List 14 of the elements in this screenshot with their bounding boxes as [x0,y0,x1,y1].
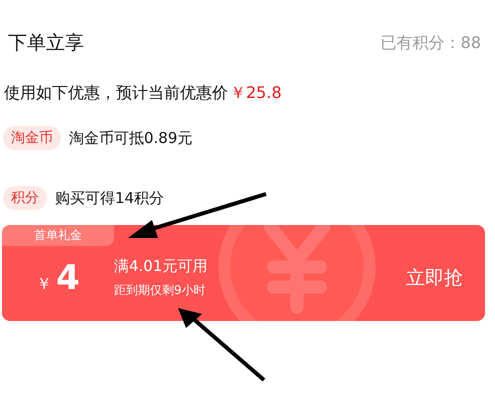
claim-button[interactable]: 立即抢 [406,265,463,291]
discounted-price: ￥25.8 [230,83,282,102]
coupon-label: 首单礼金 [2,225,114,246]
benefit-tag: 积分 [3,186,47,210]
benefit-text: 购买可得14积分 [55,188,164,208]
currency-symbol: ￥ [36,274,52,295]
benefit-text: 淘金币可抵0.89元 [69,128,192,148]
discount-summary: 使用如下优惠，预计当前优惠价 [4,83,228,102]
section-title: 下单立享 [8,31,84,56]
coupon-condition: 满4.01元可用 [114,257,208,276]
coupon-amount: 4 [56,258,80,298]
points-balance: 已有积分：88 [380,32,481,54]
expiry-note: 距到期仅剩9小时 [114,282,207,299]
benefit-tag: 淘金币 [3,126,61,150]
